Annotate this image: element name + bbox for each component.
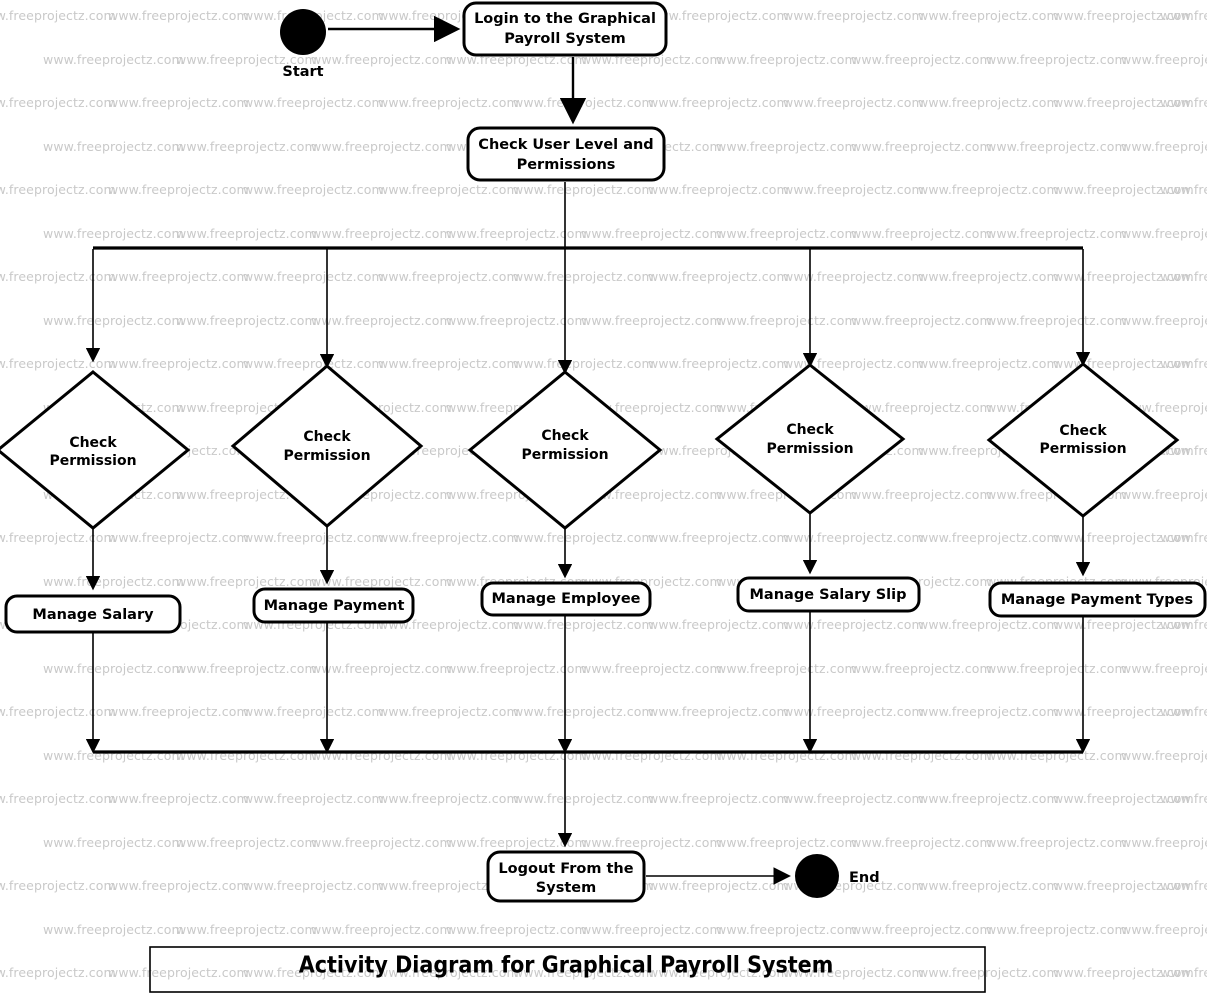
activity-diagram-canvas: www.freeprojectz.comwww.freeprojectz.com… [0, 0, 1207, 994]
decision-5-line1: Check [1059, 423, 1107, 439]
activity-logout-line2: System [536, 880, 596, 896]
decision-3-line2: Permission [521, 447, 608, 463]
end-label: End [849, 870, 880, 886]
decision-check-permission-2[interactable] [230, 364, 424, 528]
activity-check-user-line1: Check User Level and [478, 137, 653, 153]
activity-login-line1: Login to the Graphical [474, 11, 656, 27]
activity-check-user-line2: Permissions [517, 157, 616, 173]
activity-diagram-svg: Start Login to the Graphical Payroll Sys… [0, 1, 1207, 993]
activity-logout-line1: Logout From the [498, 861, 633, 877]
start-node[interactable] [280, 9, 326, 55]
decision-2-line1: Check [303, 429, 351, 445]
decision-check-permission-5[interactable] [986, 362, 1180, 518]
activity-manage-salary-label: Manage Salary [32, 607, 154, 623]
diagram-title: Activity Diagram for Graphical Payroll S… [299, 953, 834, 979]
activity-login-line2: Payroll System [504, 31, 626, 47]
activity-manage-payment-types-label: Manage Payment Types [1001, 592, 1193, 608]
decision-5-line2: Permission [1039, 441, 1126, 457]
activity-manage-employee-label: Manage Employee [491, 591, 640, 607]
decision-1-line2: Permission [49, 453, 136, 469]
decision-4-line2: Permission [766, 441, 853, 457]
decision-1-line1: Check [69, 435, 117, 451]
activity-manage-payment-label: Manage Payment [264, 598, 405, 614]
activity-manage-salary-slip-label: Manage Salary Slip [750, 587, 907, 603]
start-label: Start [282, 64, 323, 80]
decision-check-permission-4[interactable] [714, 363, 906, 515]
decision-2-line2: Permission [283, 448, 370, 464]
decision-3-line1: Check [541, 428, 589, 444]
end-node[interactable] [795, 854, 839, 898]
decision-4-line1: Check [786, 422, 834, 438]
diagram-layer: Start Login to the Graphical Payroll Sys… [0, 0, 1207, 994]
